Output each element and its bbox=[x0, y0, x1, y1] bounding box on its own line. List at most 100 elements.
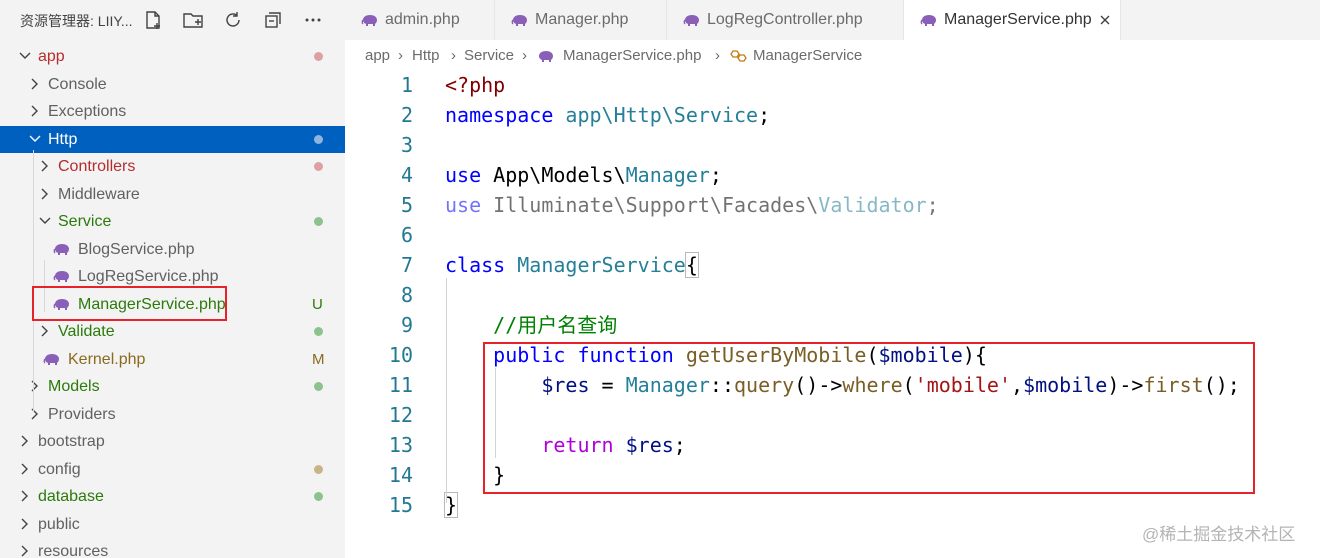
tree-item-label: Http bbox=[48, 130, 78, 148]
tree-item-label: BlogService.php bbox=[78, 240, 195, 258]
chevron-down-icon[interactable] bbox=[38, 214, 52, 228]
tree-folder[interactable]: bootstrap bbox=[0, 428, 345, 455]
php-elephant-icon bbox=[683, 13, 701, 27]
close-icon[interactable] bbox=[1097, 12, 1113, 28]
php-elephant-icon bbox=[43, 352, 61, 366]
tree-file[interactable]: Kernel.php M bbox=[0, 346, 345, 373]
tree-item-label: Middleware bbox=[58, 185, 140, 203]
code-token: namespace bbox=[445, 103, 566, 127]
line-number: 3 bbox=[400, 133, 413, 157]
line-number: 4 bbox=[400, 163, 413, 187]
breadcrumb-item[interactable]: app bbox=[365, 47, 390, 64]
tab-label: ManagerService.php bbox=[944, 11, 1092, 28]
code-token: <?php bbox=[445, 73, 506, 97]
php-elephant-icon bbox=[53, 269, 71, 283]
explorer-title: 资源管理器: LIIY... bbox=[20, 13, 133, 29]
chevron-right-icon[interactable] bbox=[18, 544, 32, 558]
line-number: 15 bbox=[388, 493, 413, 517]
tab-label: Manager.php bbox=[535, 11, 629, 28]
breadcrumb-item[interactable]: ManagerService.php bbox=[563, 47, 701, 64]
tree-folder[interactable]: Exceptions bbox=[0, 98, 345, 125]
collapse-all-icon[interactable] bbox=[262, 9, 284, 31]
chevron-right-icon: › bbox=[398, 47, 403, 64]
tree-folder[interactable]: Middleware bbox=[0, 181, 345, 208]
line-number: 5 bbox=[400, 193, 413, 217]
tree-folder[interactable]: Console bbox=[0, 71, 345, 98]
chevron-right-icon[interactable] bbox=[28, 379, 42, 393]
code-token: ; bbox=[926, 193, 939, 217]
code-line: class ManagerService{ bbox=[445, 250, 699, 280]
code-line: <?php bbox=[445, 70, 505, 100]
tab-logregcontroller[interactable]: LogRegController.php bbox=[667, 0, 904, 40]
line-number: 1 bbox=[400, 73, 413, 97]
chevron-right-icon: › bbox=[715, 47, 720, 64]
tree-item-label: database bbox=[38, 488, 104, 505]
chevron-right-icon[interactable] bbox=[18, 517, 32, 531]
chevron-right-icon[interactable] bbox=[38, 324, 52, 338]
refresh-icon[interactable] bbox=[222, 9, 244, 31]
git-status-badge: U bbox=[312, 295, 323, 313]
highlight-box bbox=[32, 286, 227, 321]
tree-item-label: Providers bbox=[48, 405, 116, 423]
chevron-right-icon[interactable] bbox=[38, 159, 52, 173]
code-token: use bbox=[445, 193, 494, 217]
tree-item-label: Controllers bbox=[58, 158, 136, 175]
tree-folder[interactable]: public bbox=[0, 511, 345, 538]
chevron-down-icon[interactable] bbox=[28, 132, 42, 146]
tree-item-label: LogRegService.php bbox=[78, 268, 219, 285]
tree-folder[interactable]: resources bbox=[0, 538, 345, 558]
chevron-right-icon[interactable] bbox=[18, 462, 32, 476]
chevron-right-icon[interactable] bbox=[18, 434, 32, 448]
line-number: 11 bbox=[388, 373, 413, 397]
code-token: class bbox=[445, 253, 518, 277]
explorer-header: 资源管理器: LIIY... bbox=[0, 0, 345, 40]
chevron-right-icon[interactable] bbox=[28, 77, 42, 91]
tree-item-label: Models bbox=[48, 378, 100, 395]
code-line: namespace app\Http\Service; bbox=[445, 100, 770, 130]
git-status-dot bbox=[314, 492, 323, 501]
tree-folder[interactable]: Http bbox=[0, 125, 345, 153]
tab-managerservice[interactable]: ManagerService.php bbox=[904, 0, 1121, 40]
code-token: app\Http\Service bbox=[565, 103, 759, 127]
line-number: 6 bbox=[400, 223, 413, 247]
chevron-right-icon: › bbox=[451, 47, 456, 64]
indent-guide bbox=[446, 278, 447, 503]
tree-item-label: Kernel.php bbox=[68, 350, 146, 368]
new-folder-icon[interactable] bbox=[182, 9, 204, 31]
git-status-dot bbox=[314, 464, 323, 474]
chevron-down-icon[interactable] bbox=[18, 49, 32, 63]
code-token: //用户名查询 bbox=[493, 313, 618, 337]
tree-folder[interactable]: Validate bbox=[0, 318, 345, 345]
git-status-dot bbox=[314, 327, 323, 336]
chevron-right-icon[interactable] bbox=[38, 187, 52, 201]
tab-manager[interactable]: Manager.php bbox=[495, 0, 667, 40]
code-line: use Illuminate\Support\Facades\Validator… bbox=[445, 190, 939, 220]
breadcrumb-item[interactable]: Http bbox=[412, 47, 440, 64]
tree-folder[interactable]: database bbox=[0, 483, 345, 510]
tree-folder[interactable]: Models bbox=[0, 373, 345, 400]
chevron-right-icon[interactable] bbox=[28, 407, 42, 421]
chevron-right-icon[interactable] bbox=[18, 489, 32, 503]
code-token: use bbox=[445, 163, 494, 187]
breadcrumb-item[interactable]: ManagerService bbox=[753, 47, 862, 64]
php-elephant-icon bbox=[361, 13, 379, 27]
code-token: { bbox=[684, 252, 699, 278]
chevron-right-icon: › bbox=[522, 47, 527, 64]
php-elephant-icon bbox=[537, 49, 555, 67]
tab-admin[interactable]: admin.php bbox=[345, 0, 495, 40]
code-token: Illuminate\Support\Facades\ bbox=[493, 193, 819, 217]
new-file-icon[interactable] bbox=[142, 9, 164, 31]
tree-indent-guide bbox=[33, 150, 34, 412]
tree-item-label: app bbox=[38, 48, 65, 65]
tree-folder[interactable]: app bbox=[0, 43, 345, 70]
tree-folder[interactable]: Providers bbox=[0, 401, 345, 428]
more-icon[interactable] bbox=[302, 9, 324, 31]
breadcrumb-item[interactable]: Service bbox=[464, 47, 514, 64]
tree-folder[interactable]: Controllers bbox=[0, 153, 345, 180]
tree-folder[interactable]: config bbox=[0, 456, 345, 483]
tree-file[interactable]: BlogService.php bbox=[0, 236, 345, 263]
chevron-right-icon[interactable] bbox=[28, 104, 42, 118]
tree-folder[interactable]: Service bbox=[0, 208, 345, 235]
tree-item-label: Service bbox=[58, 213, 112, 230]
tab-label: admin.php bbox=[385, 11, 460, 28]
